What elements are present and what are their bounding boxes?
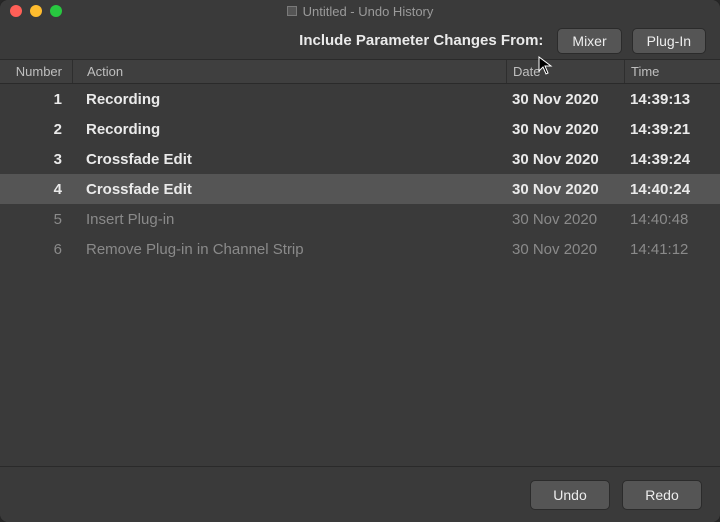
row-time: 14:39:21 <box>624 121 720 138</box>
history-row[interactable]: 2Recording30 Nov 202014:39:21 <box>0 114 720 144</box>
header-number[interactable]: Number <box>0 64 72 79</box>
history-row[interactable]: 1Recording30 Nov 202014:39:13 <box>0 84 720 114</box>
footer: Undo Redo <box>0 466 720 522</box>
row-time: 14:40:24 <box>624 181 720 198</box>
history-row[interactable]: 6Remove Plug-in in Channel Strip30 Nov 2… <box>0 234 720 264</box>
row-date: 30 Nov 2020 <box>506 121 624 138</box>
mixer-button[interactable]: Mixer <box>557 28 621 54</box>
redo-button[interactable]: Redo <box>622 480 702 510</box>
history-row[interactable]: 3Crossfade Edit30 Nov 202014:39:24 <box>0 144 720 174</box>
header-action[interactable]: Action <box>72 60 506 83</box>
row-date: 30 Nov 2020 <box>506 181 624 198</box>
close-icon[interactable] <box>10 5 22 17</box>
row-date: 30 Nov 2020 <box>506 91 624 108</box>
row-number: 5 <box>0 211 72 228</box>
row-time: 14:39:13 <box>624 91 720 108</box>
undo-button[interactable]: Undo <box>530 480 610 510</box>
row-time: 14:39:24 <box>624 151 720 168</box>
row-number: 1 <box>0 91 72 108</box>
row-number: 3 <box>0 151 72 168</box>
document-icon <box>287 6 297 16</box>
row-number: 6 <box>0 241 72 258</box>
row-date: 30 Nov 2020 <box>506 151 624 168</box>
history-table-header: Number Action Date Time <box>0 60 720 84</box>
window-controls <box>0 5 62 17</box>
header-date[interactable]: Date <box>506 60 624 83</box>
row-date: 30 Nov 2020 <box>506 241 624 258</box>
zoom-icon[interactable] <box>50 5 62 17</box>
row-time: 14:40:48 <box>624 211 720 228</box>
undo-history-window: Untitled - Undo History Include Paramete… <box>0 0 720 522</box>
row-action: Insert Plug-in <box>72 211 506 228</box>
window-title-text: Untitled - Undo History <box>303 4 434 19</box>
plugin-button[interactable]: Plug-In <box>632 28 706 54</box>
row-time: 14:41:12 <box>624 241 720 258</box>
row-date: 30 Nov 2020 <box>506 211 624 228</box>
minimize-icon[interactable] <box>30 5 42 17</box>
titlebar: Untitled - Undo History <box>0 0 720 22</box>
include-params-label: Include Parameter Changes From: <box>299 32 543 49</box>
history-row[interactable]: 4Crossfade Edit30 Nov 202014:40:24 <box>0 174 720 204</box>
window-title: Untitled - Undo History <box>0 4 720 19</box>
row-number: 4 <box>0 181 72 198</box>
row-action: Recording <box>72 121 506 138</box>
row-action: Crossfade Edit <box>72 181 506 198</box>
header-time[interactable]: Time <box>624 60 720 83</box>
history-table-body: 1Recording30 Nov 202014:39:132Recording3… <box>0 84 720 466</box>
history-row[interactable]: 5Insert Plug-in30 Nov 202014:40:48 <box>0 204 720 234</box>
toolbar: Include Parameter Changes From: Mixer Pl… <box>0 22 720 60</box>
row-action: Remove Plug-in in Channel Strip <box>72 241 506 258</box>
row-number: 2 <box>0 121 72 138</box>
row-action: Recording <box>72 91 506 108</box>
row-action: Crossfade Edit <box>72 151 506 168</box>
